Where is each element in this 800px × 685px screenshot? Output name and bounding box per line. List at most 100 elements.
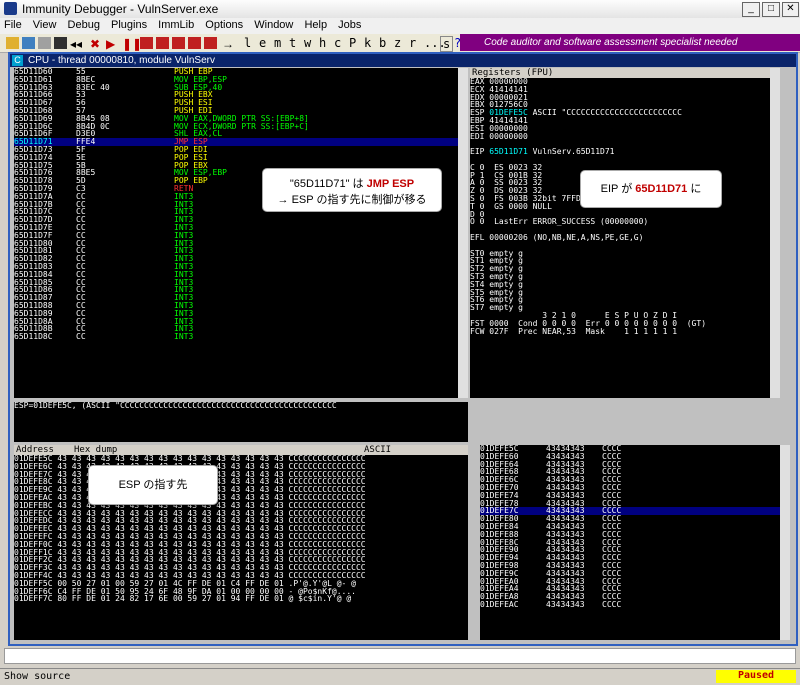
goto-icon[interactable]: → — [222, 37, 235, 51]
cpu-window-title-bar: C CPU - thread 00000810, module VulnServ — [10, 54, 796, 67]
status-paused-badge: Paused — [716, 670, 796, 683]
stack-row[interactable]: 01DEFE84 43434343 CCCC — [480, 522, 780, 531]
stack-row[interactable]: 01DEFE64 43434343 CCCC — [480, 460, 780, 469]
menu-immlib[interactable]: ImmLib — [154, 18, 198, 32]
register-row[interactable]: EIP 65D11D71 VulnServ.65D11D71 — [470, 148, 770, 156]
disasm-hex: CC — [76, 277, 86, 287]
disasm-row[interactable]: 65D11D8C CC INT3 — [14, 333, 458, 341]
stack-row[interactable]: 01DEFEAC 43434343 CCCC — [480, 599, 780, 609]
open-icon[interactable] — [6, 37, 19, 49]
stack-row[interactable]: 01DEFE68 43434343 CCCC — [480, 468, 780, 476]
disasm-hex: CC — [76, 324, 86, 334]
stack-row[interactable]: 01DEFE70 43434343 CCCC — [480, 483, 780, 492]
stack-row[interactable]: 01DEFE88 43434343 CCCC — [480, 530, 780, 539]
stack-row[interactable]: 01DEFE80 43434343 CCCC — [480, 515, 780, 523]
stack-row[interactable]: 01DEFE5C 43434343 CCCC — [480, 445, 780, 453]
attach-icon[interactable] — [22, 37, 35, 49]
execute-till-return-icon[interactable] — [204, 37, 217, 49]
close-process-icon[interactable]: ✖ — [90, 37, 103, 51]
toolbar-source-button[interactable]: s — [440, 36, 454, 52]
menu-debug[interactable]: Debug — [64, 18, 104, 32]
toolbar-z-button[interactable]: z — [394, 36, 401, 50]
register-row[interactable]: FCW 027F Prec NEAR,53 Mask 1 1 1 1 1 1 — [470, 327, 770, 336]
toolbar-windows-button[interactable]: w — [304, 36, 311, 50]
menu-file[interactable]: File — [0, 18, 26, 32]
stack-row[interactable]: 01DEFEA8 43434343 CCCC — [480, 593, 780, 601]
toolbar-cpu-button[interactable]: c — [334, 36, 341, 50]
stack-row[interactable]: 01DEFE98 43434343 CCCC — [480, 561, 780, 570]
toolbar-modules-button[interactable]: e — [259, 36, 266, 50]
toolbar-threads-button[interactable]: t — [289, 36, 296, 50]
minimize-button[interactable]: _ — [742, 2, 760, 17]
callout-esp-text: ESP の指す先 — [118, 479, 188, 491]
cpu-window-title: CPU - thread 00000810, module VulnServ — [28, 55, 215, 66]
toolbar-memory-button[interactable]: m — [274, 36, 281, 50]
menu-jobs[interactable]: Jobs — [334, 18, 365, 32]
jmp-esp-callout: "65D11D71" は JMP ESP → ESP の指す先に制御が移る — [262, 168, 442, 212]
register-row[interactable]: EDI 00000000 — [470, 132, 770, 141]
step-into-icon[interactable] — [140, 37, 153, 49]
app-icon — [4, 2, 17, 15]
close-button[interactable]: ✕ — [782, 2, 799, 17]
toolbar-log-button[interactable]: l — [244, 36, 251, 50]
stack-row[interactable]: 01DEFE8C 43434343 CCCC — [480, 538, 780, 547]
disasm-hex: CC — [76, 293, 86, 303]
stack-ascii: CCCC — [602, 599, 622, 609]
disasm-hex: CC — [76, 215, 86, 225]
rewind-icon[interactable]: ◂◂ — [70, 37, 83, 51]
trace-into-icon[interactable] — [172, 37, 185, 49]
stack-row[interactable]: 01DEFEA0 43434343 CCCC — [480, 577, 780, 586]
disasm-hex: 8BE5 — [76, 168, 96, 178]
toolbar-handles-button[interactable]: h — [319, 36, 326, 50]
registers-scrollbar[interactable] — [770, 68, 780, 398]
menu-options[interactable]: Options — [201, 18, 247, 32]
maximize-button[interactable]: □ — [762, 2, 780, 17]
toolbar-patches-button[interactable]: P — [349, 36, 356, 50]
stack-row[interactable]: 01DEFEA4 43434343 CCCC — [480, 585, 780, 593]
toolbar-callstack-button[interactable]: k — [364, 36, 371, 50]
menu-help[interactable]: Help — [300, 18, 331, 32]
toolbar-references-button[interactable]: r — [409, 36, 416, 50]
disassembly-scrollbar[interactable] — [458, 68, 468, 398]
disasm-hex: CC — [76, 300, 86, 310]
stack-row[interactable]: 01DEFE9C 43434343 CCCC — [480, 569, 780, 578]
callout-eip-b: 65D11D71 — [635, 183, 688, 195]
terminal-icon[interactable] — [54, 37, 67, 49]
restart-icon[interactable] — [38, 37, 51, 49]
hex-dump-row[interactable]: 01DEFF7C 80 FF DE 01 24 82 17 6E 00 59 2… — [14, 595, 468, 603]
stack-row[interactable]: 01DEFE94 43434343 CCCC — [480, 554, 780, 562]
registers-pane[interactable]: Registers (FPU) EAX 00000000 ECX 41414141… — [470, 68, 770, 398]
stack-pane[interactable]: 01DEFE5C 43434343 CCCC 01DEFE60 43434343 CCCC… — [480, 445, 780, 640]
register-row[interactable]: EFL 00000206 (NO,NB,NE,A,NS,PE,GE,G) — [470, 234, 770, 242]
esp-callout: ESP の指す先 — [88, 465, 218, 505]
disasm-hex: CC — [76, 230, 86, 240]
disasm-hex: C3 — [76, 183, 86, 193]
register-name: EIP — [470, 147, 490, 157]
dump-col-ascii[interactable]: ASCII — [364, 445, 391, 455]
stack-row[interactable]: 01DEFE60 43434343 CCCC — [480, 452, 780, 461]
menu-plugins[interactable]: Plugins — [107, 18, 151, 32]
stack-scrollbar[interactable] — [780, 445, 790, 640]
register-row[interactable]: O 0 LastErr ERROR_SUCCESS (00000000) — [470, 218, 770, 226]
stack-row[interactable]: 01DEFE74 43434343 CCCC — [480, 491, 780, 500]
status-bar: Show source Paused — [0, 668, 800, 685]
callout-jmp-text-2: → ESP の指す先に制御が移る — [277, 194, 427, 206]
hex-dump-pane[interactable]: Address Hex dump ASCII 01DEFE5C 43 43 43 4… — [14, 445, 468, 640]
menu-window[interactable]: Window — [250, 18, 297, 32]
trace-over-icon[interactable] — [188, 37, 201, 49]
menu-view[interactable]: View — [29, 18, 61, 32]
stack-row[interactable]: 01DEFE90 43434343 CCCC — [480, 546, 780, 554]
pause-icon[interactable]: ❚❚ — [122, 37, 142, 51]
command-bar[interactable] — [4, 648, 796, 664]
stack-row[interactable]: 01DEFE78 43434343 CCCC — [480, 499, 780, 508]
run-icon[interactable]: ▶ — [106, 37, 119, 51]
disasm-hex: CC — [76, 316, 86, 326]
job-banner[interactable]: Code auditor and software assessment spe… — [460, 34, 800, 51]
stack-row[interactable]: 01DEFE6C 43434343 CCCC — [480, 476, 780, 484]
toolbar-breakpoints-button[interactable]: b — [379, 36, 386, 50]
stack-row[interactable]: 01DEFE7C 43434343 CCCC — [480, 507, 780, 516]
step-over-icon[interactable] — [156, 37, 169, 49]
disassembly-pane[interactable]: 65D11D60 55 PUSH EBP 65D11D61 8BEC MOV EBP,ES… — [14, 68, 458, 398]
callout-jmp-text-b: JMP ESP — [366, 178, 415, 190]
callout-eip-a: EIP が — [600, 183, 636, 195]
